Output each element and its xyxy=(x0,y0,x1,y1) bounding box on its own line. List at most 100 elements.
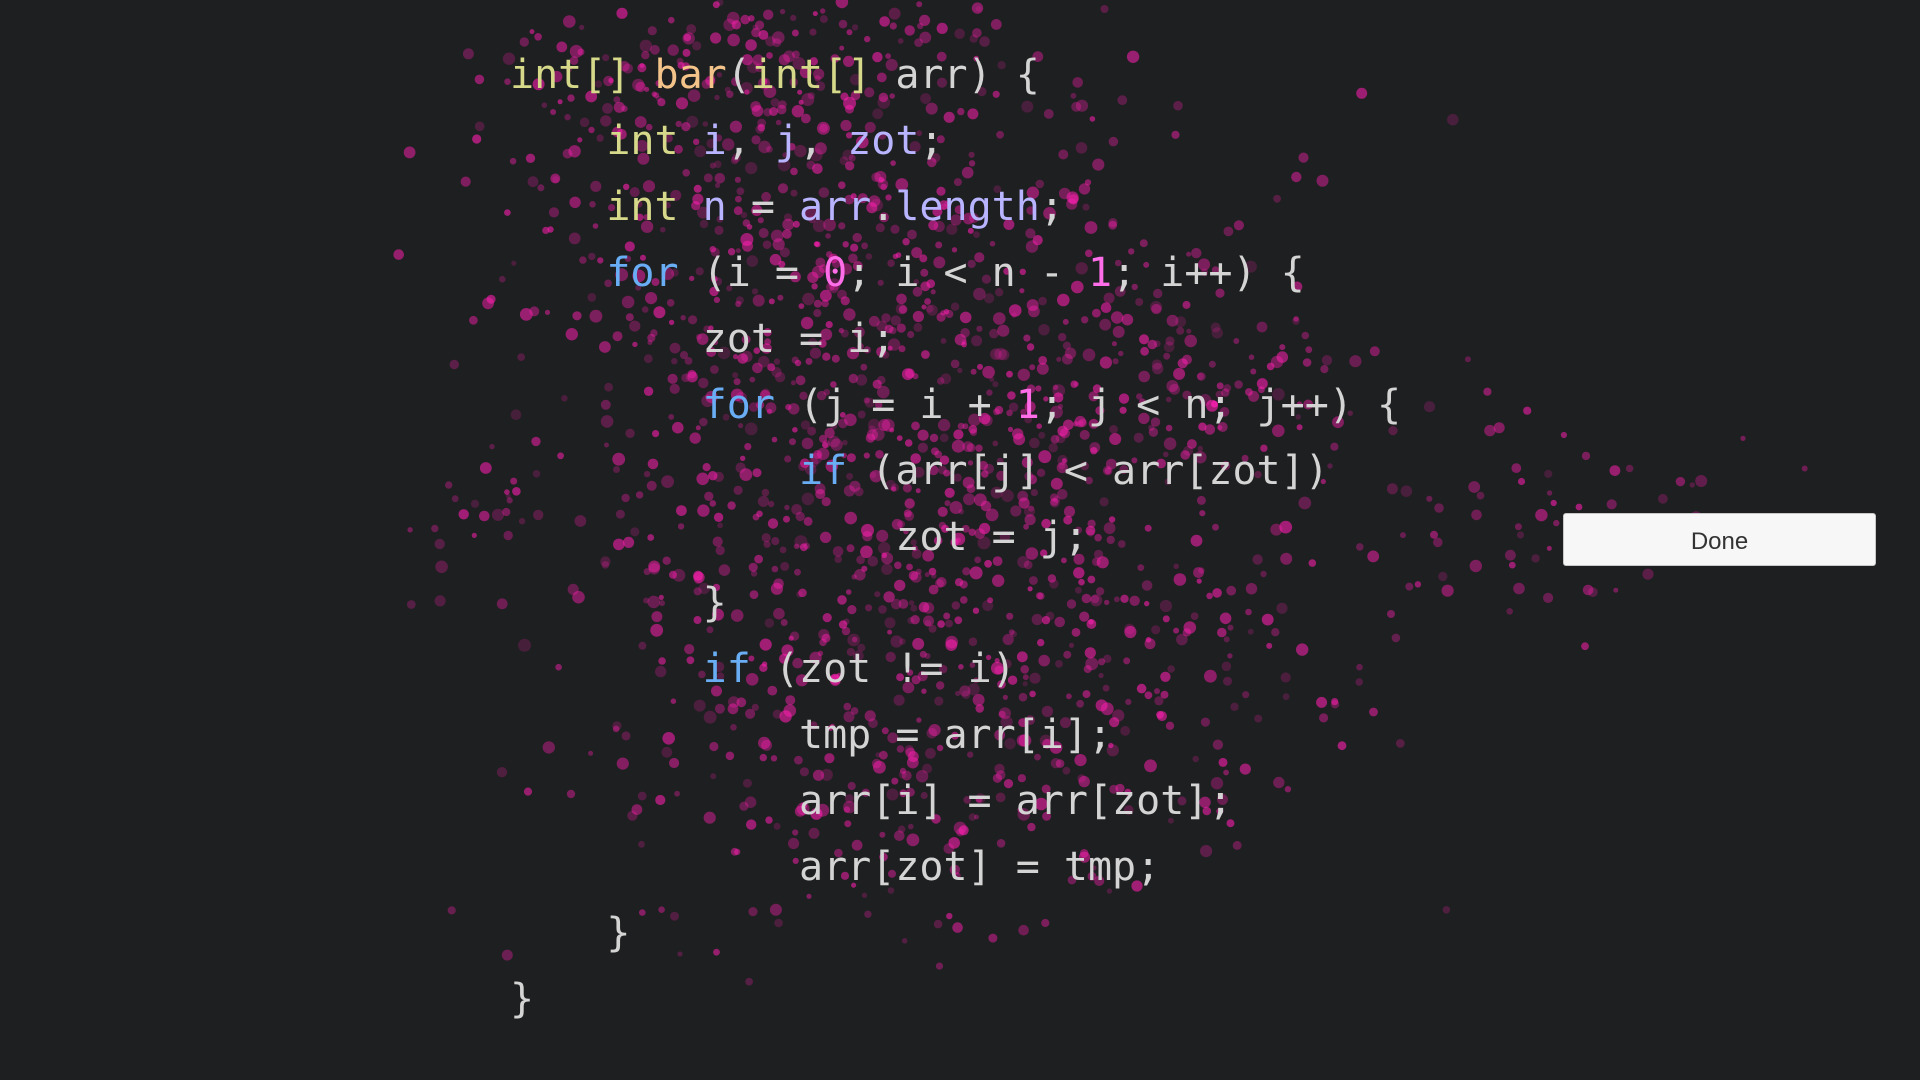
code-token: (i = xyxy=(678,250,824,296)
gaze-dot xyxy=(534,33,542,41)
gaze-dot xyxy=(1438,571,1448,582)
gaze-dot xyxy=(479,510,490,522)
gaze-dot xyxy=(888,7,901,20)
gaze-dot xyxy=(529,29,535,35)
code-token: n xyxy=(702,184,727,230)
gaze-dot xyxy=(1689,482,1696,488)
gaze-dot xyxy=(489,443,495,450)
gaze-dot xyxy=(1513,582,1525,595)
gaze-dot xyxy=(919,14,931,26)
gaze-dot xyxy=(1506,608,1513,615)
gaze-dot xyxy=(954,28,965,40)
gaze-dot xyxy=(723,18,736,31)
gaze-dot xyxy=(469,315,478,325)
gaze-dot xyxy=(1543,592,1554,604)
gaze-dot xyxy=(820,8,826,14)
code-viewer-screen: int[] bar(int[] arr) { int i, j, zot; in… xyxy=(0,0,1920,1080)
gaze-dot xyxy=(563,15,576,28)
code-token: , xyxy=(726,118,775,164)
code-token: int[] xyxy=(510,52,655,98)
gaze-dot xyxy=(1675,476,1686,487)
code-token: 0 xyxy=(823,250,848,296)
gaze-dot xyxy=(1801,465,1808,472)
code-token: . xyxy=(871,184,896,230)
code-token: ; i++) { xyxy=(1112,250,1305,296)
gaze-dot xyxy=(403,146,416,159)
gaze-dot xyxy=(755,20,765,30)
gaze-dot xyxy=(838,19,848,29)
gaze-dot xyxy=(975,6,982,12)
gaze-dot xyxy=(1464,356,1471,363)
code-line: } xyxy=(510,570,1401,636)
gaze-dot xyxy=(752,24,759,31)
code-line: zot = j; xyxy=(510,504,1401,570)
gaze-dot xyxy=(1511,463,1522,473)
gaze-dot xyxy=(726,11,740,25)
gaze-dot xyxy=(462,48,474,60)
gaze-dot xyxy=(1508,561,1516,569)
gaze-dot xyxy=(504,489,510,495)
gaze-dot xyxy=(451,495,459,503)
gaze-dot xyxy=(1505,549,1516,561)
gaze-dot xyxy=(972,28,982,38)
gaze-dot xyxy=(846,29,853,36)
gaze-dot xyxy=(716,0,724,6)
code-line: } xyxy=(510,966,1401,1032)
gaze-dot xyxy=(835,0,849,9)
gaze-dot xyxy=(474,121,485,132)
gaze-dot xyxy=(434,595,446,607)
code-line: if (zot != i) xyxy=(510,636,1401,702)
gaze-dot xyxy=(1581,451,1591,461)
code-token: = xyxy=(726,184,799,230)
gaze-dot xyxy=(470,499,480,508)
code-token: zot = j; xyxy=(895,514,1088,560)
gaze-dot xyxy=(1588,587,1598,598)
gaze-dot xyxy=(809,28,817,36)
gaze-dot xyxy=(1695,475,1708,487)
gaze-dot xyxy=(486,294,496,304)
code-line: int i, j, zot; xyxy=(510,108,1401,174)
gaze-dot xyxy=(758,30,769,40)
code-token: length xyxy=(895,184,1040,230)
gaze-dot xyxy=(1442,906,1451,914)
code-token: ; xyxy=(1039,184,1064,230)
gaze-dot xyxy=(1523,406,1532,415)
code-token: } xyxy=(606,910,631,956)
gaze-dot xyxy=(889,22,897,30)
code-token: zot = i; xyxy=(702,316,896,362)
gaze-dot xyxy=(435,560,448,574)
gaze-dot xyxy=(1423,401,1436,413)
gaze-dot xyxy=(879,16,890,27)
gaze-dot xyxy=(579,24,585,30)
code-token: ; i < n - xyxy=(847,250,1088,296)
gaze-dot xyxy=(1493,422,1505,434)
gaze-dot xyxy=(491,508,505,521)
gaze-dot xyxy=(779,8,786,15)
gaze-dot xyxy=(1582,584,1594,596)
code-line: int[] bar(int[] arr) { xyxy=(510,42,1401,108)
code-token: (zot != i) xyxy=(750,646,1016,692)
gaze-dot xyxy=(916,1,923,8)
gaze-dot xyxy=(1625,464,1634,473)
code-token: bar xyxy=(654,52,727,98)
gaze-dot xyxy=(449,359,459,370)
code-token: for xyxy=(606,250,679,296)
gaze-dot xyxy=(751,27,761,38)
done-button[interactable]: Done xyxy=(1563,513,1876,566)
gaze-dot xyxy=(1546,545,1552,551)
gaze-dot xyxy=(647,26,657,36)
code-token: (j = i + xyxy=(774,382,1016,428)
gaze-dot xyxy=(1658,493,1668,504)
gaze-dot xyxy=(740,14,750,25)
code-token: ; xyxy=(919,118,944,164)
code-token: 1 xyxy=(1015,382,1040,428)
gaze-dot xyxy=(1560,431,1567,439)
gaze-dot xyxy=(1535,508,1548,522)
code-token: tmp = arr[i]; xyxy=(798,712,1113,758)
